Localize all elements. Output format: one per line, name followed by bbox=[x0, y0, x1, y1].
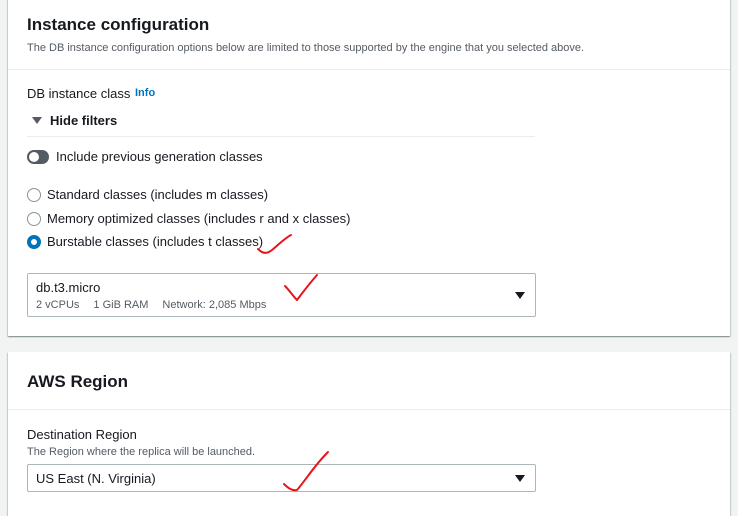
caret-down-icon bbox=[32, 117, 42, 124]
radio-standard-classes[interactable]: Standard classes (includes m classes) bbox=[27, 187, 268, 202]
destination-region-value: US East (N. Virginia) bbox=[36, 471, 156, 486]
destination-region-description: The Region where the replica will be lau… bbox=[27, 446, 256, 458]
caret-down-icon bbox=[515, 292, 525, 299]
previous-generation-row: Include previous generation classes bbox=[27, 149, 263, 164]
info-link[interactable]: Info bbox=[135, 87, 155, 99]
selected-class-details: 2 vCPUs 1 GiB RAM Network: 2,085 Mbps bbox=[36, 299, 266, 311]
selected-class-value: db.t3.micro bbox=[36, 280, 101, 295]
panel-title: AWS Region bbox=[27, 372, 129, 391]
instance-configuration-panel: Instance configuration The DB instance c… bbox=[8, 0, 730, 336]
radio-label: Standard classes (includes m classes) bbox=[47, 187, 269, 202]
radio-burstable-classes[interactable]: Burstable classes (includes t classes) bbox=[27, 234, 263, 249]
radio-button-selected[interactable] bbox=[27, 234, 41, 249]
vcpus-value: 2 vCPUs bbox=[36, 299, 80, 311]
aws-region-header: AWS Region bbox=[8, 352, 730, 410]
ram-value: 1 GiB RAM bbox=[93, 299, 149, 311]
filters-divider bbox=[27, 136, 535, 137]
destination-region-select[interactable]: US East (N. Virginia) bbox=[27, 464, 536, 492]
network-value: Network: 2,085 Mbps bbox=[162, 299, 267, 311]
radio-button[interactable] bbox=[27, 187, 41, 202]
panel-title: Instance configuration bbox=[27, 15, 210, 34]
caret-down-icon bbox=[515, 475, 525, 482]
radio-memory-optimized-classes[interactable]: Memory optimized classes (includes r and… bbox=[27, 211, 350, 226]
previous-generation-toggle[interactable] bbox=[27, 149, 49, 164]
radio-button[interactable] bbox=[27, 211, 41, 226]
db-instance-class-select[interactable]: db.t3.micro 2 vCPUs 1 GiB RAM Network: 2… bbox=[27, 273, 536, 317]
db-instance-class-label: DB instance class bbox=[27, 86, 131, 101]
radio-label: Memory optimized classes (includes r and… bbox=[47, 211, 351, 226]
aws-region-panel: AWS Region Destination Region The Region… bbox=[8, 352, 730, 516]
panel-description: The DB instance configuration options be… bbox=[27, 42, 585, 54]
instance-configuration-header: Instance configuration The DB instance c… bbox=[8, 0, 730, 70]
hide-filters-toggle[interactable]: Hide filters bbox=[27, 113, 117, 128]
previous-generation-label: Include previous generation classes bbox=[56, 149, 263, 164]
destination-region-label: Destination Region bbox=[27, 427, 137, 442]
radio-label: Burstable classes (includes t classes) bbox=[47, 234, 264, 249]
hide-filters-label: Hide filters bbox=[50, 113, 118, 128]
